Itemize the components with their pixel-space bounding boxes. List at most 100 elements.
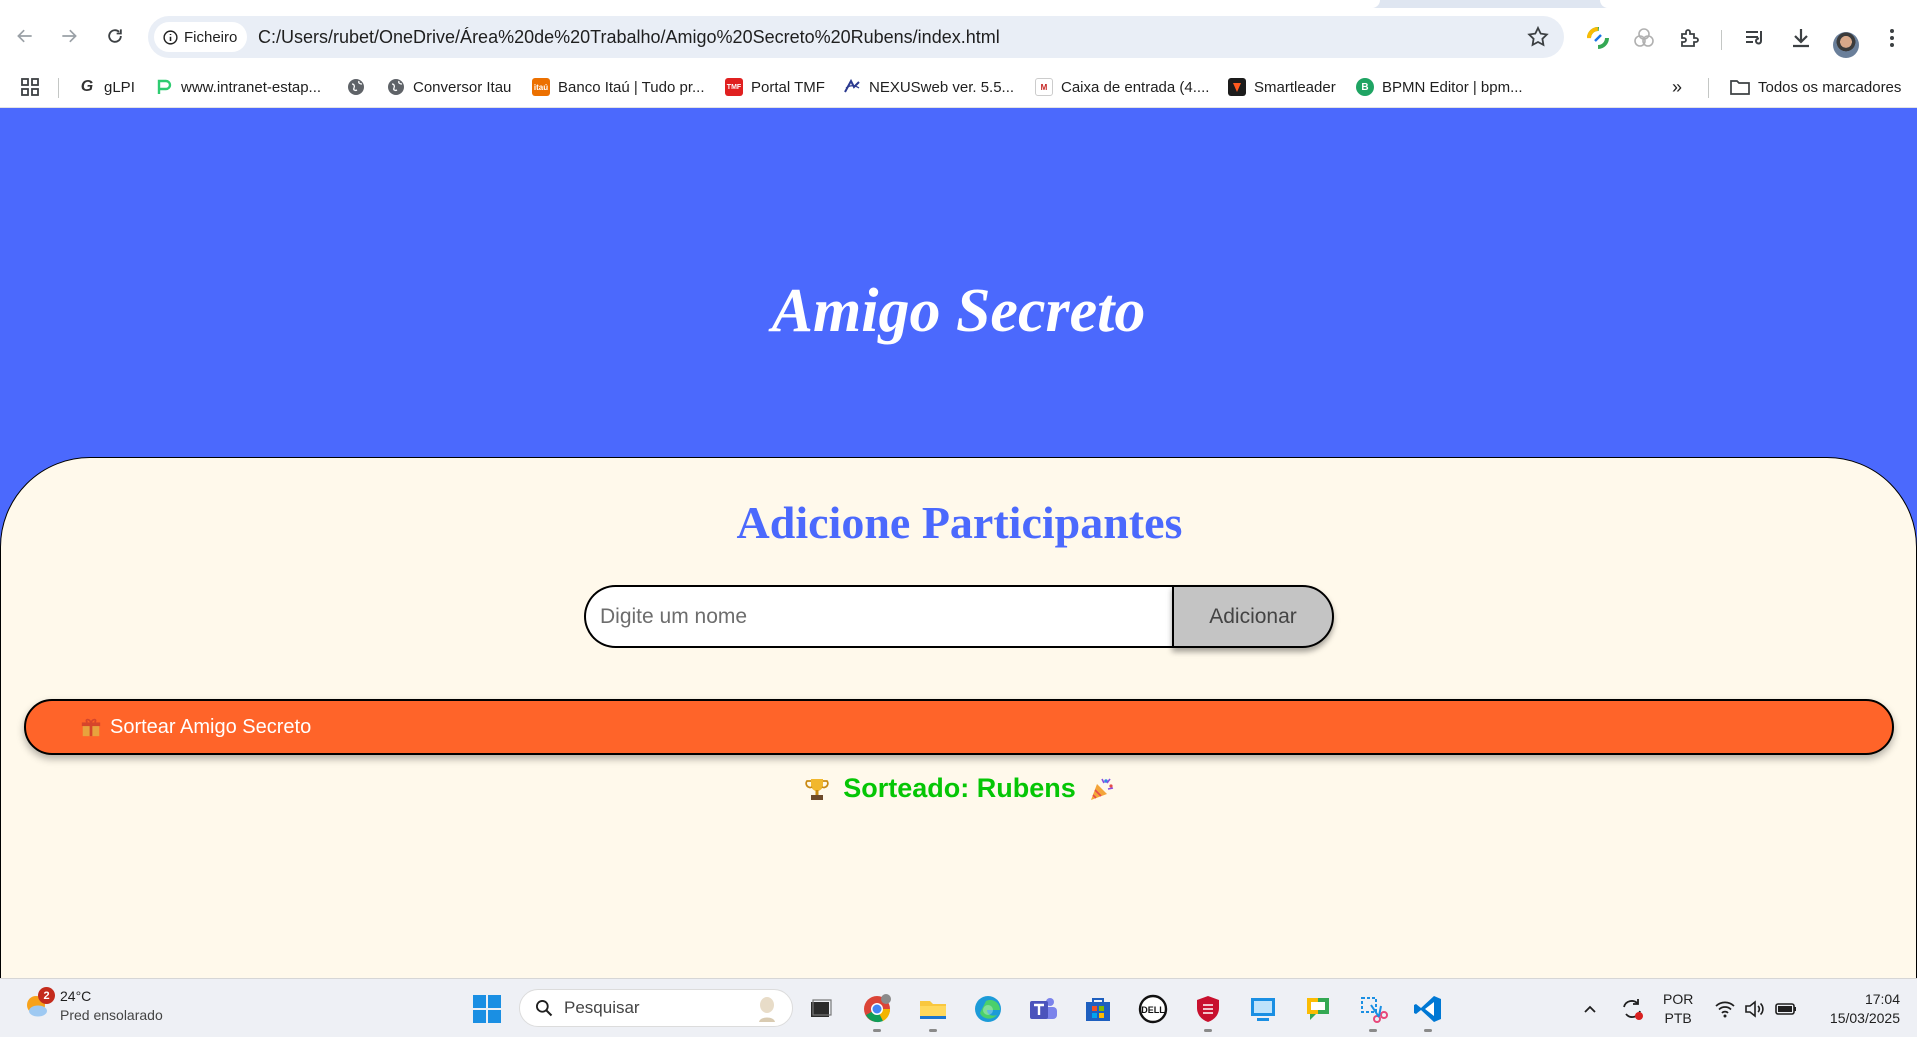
taskbar-app-file-explorer[interactable]	[915, 991, 951, 1032]
folder-icon	[1730, 80, 1750, 95]
taskbar-app-dell[interactable]: DELL	[1135, 991, 1171, 1027]
bookmark-label: www.intranet-estap...	[181, 78, 322, 96]
add-button[interactable]: Adicionar	[1172, 585, 1334, 648]
weather-widget[interactable]: 2 24°C Pred ensolarado	[22, 987, 163, 1025]
back-button[interactable]	[8, 19, 42, 53]
taskbar-app-store[interactable]	[1080, 991, 1116, 1027]
active-tab[interactable]	[0, 0, 1380, 8]
bpmn-icon: B	[1356, 78, 1374, 96]
bookmark-star-icon[interactable]	[1526, 25, 1550, 49]
tray-overflow-button[interactable]	[1580, 979, 1600, 1037]
reload-button[interactable]	[98, 19, 132, 53]
draw-button-label: Sortear Amigo Secreto	[110, 715, 312, 738]
banner-title: Amigo Secreto	[771, 277, 1146, 345]
battery-icon	[1775, 1002, 1796, 1015]
profile-avatar[interactable]	[1833, 32, 1859, 58]
taskbar-app-taskview[interactable]	[802, 991, 838, 1027]
clock-time: 17:04	[1864, 990, 1900, 1007]
downloads-icon[interactable]	[1788, 25, 1814, 51]
url-text[interactable]: C:/Users/rubet/OneDrive/Área%20de%20Trab…	[258, 27, 1000, 48]
vscode-icon	[1414, 996, 1441, 1022]
extensions-puzzle-icon[interactable]	[1676, 25, 1702, 51]
remote-desktop-icon	[1251, 998, 1275, 1021]
menu-kebab-icon[interactable]	[1879, 25, 1905, 51]
windows-start-button[interactable]	[469, 991, 505, 1027]
running-indicator	[1424, 1029, 1432, 1032]
info-icon	[163, 29, 178, 45]
bookmark-label: NEXUSweb ver. 5.5...	[869, 78, 1015, 96]
bookmark-portal-tmf[interactable]: TMF Portal TMF	[725, 66, 825, 108]
keyboard-layout: PTB	[1664, 1009, 1692, 1026]
bookmark-nexusweb[interactable]: NEXUSweb ver. 5.5...	[843, 66, 1014, 108]
weather-badge: 2	[38, 987, 55, 1004]
bookmark-conversor-itau[interactable]: Conversor Itau	[387, 66, 511, 108]
forward-button[interactable]	[52, 19, 86, 53]
sun-cloud-icon: 2	[22, 987, 55, 1021]
section-title: Adicione Participantes	[736, 497, 1183, 548]
globe-icon	[347, 78, 365, 96]
inactive-tab[interactable]	[1600, 0, 1917, 8]
teams-icon	[1030, 998, 1057, 1019]
arrow-left-icon	[17, 29, 32, 43]
add-participant-form: Adicionar	[584, 585, 1334, 650]
dell-icon: DELL	[1138, 994, 1168, 1024]
weather-temperature: 24°C	[60, 988, 92, 1004]
chat-icon	[1307, 998, 1329, 1020]
running-indicator	[1369, 1029, 1377, 1032]
gift-icon	[81, 718, 101, 737]
site-chip-label: Ficheiro	[184, 28, 238, 46]
toolbar-divider	[1721, 30, 1722, 50]
bookmark-bpmn-editor[interactable]: B BPMN Editor | bpm...	[1356, 66, 1523, 108]
arrow-right-icon	[62, 29, 77, 43]
taskbar-app-chrome[interactable]	[859, 991, 895, 1032]
tmf-icon: TMF	[725, 78, 743, 96]
tray-language[interactable]: POR PTB	[1663, 979, 1693, 1037]
taskbar-app-remote[interactable]	[1245, 991, 1281, 1027]
taskbar-app-teams[interactable]	[1025, 991, 1061, 1027]
bookmarks-divider	[58, 78, 59, 98]
gmail-icon: M	[1035, 78, 1053, 96]
chevron-up-icon	[1584, 1005, 1596, 1013]
tray-clock[interactable]: 17:04 15/03/2025	[1812, 979, 1900, 1037]
chevron-double-right-icon: »	[1672, 76, 1683, 97]
media-control-icon[interactable]	[1742, 25, 1768, 51]
taskbar-search[interactable]: Pesquisar	[519, 989, 793, 1027]
taskbar-app-edge[interactable]	[970, 991, 1006, 1027]
taskbar-app-chat[interactable]	[1300, 991, 1336, 1027]
clock-date: 15/03/2025	[1829, 1009, 1900, 1026]
name-input[interactable]	[584, 585, 1174, 648]
taskbar-app-security[interactable]	[1190, 991, 1226, 1032]
address-bar[interactable]: Ficheiro C:/Users/rubet/OneDrive/Área%20…	[148, 16, 1564, 58]
reload-icon	[108, 29, 122, 43]
all-bookmarks-button[interactable]: Todos os marcadores	[1730, 66, 1901, 108]
more-bookmarks-button[interactable]: »	[1672, 66, 1682, 108]
bookmark-banco-itau[interactable]: itaú Banco Itaú | Tudo pr...	[532, 66, 705, 108]
tray-status-icons[interactable]	[1714, 979, 1798, 1037]
task-view-icon	[811, 999, 832, 1017]
running-indicator	[1204, 1029, 1212, 1032]
bookmarks-divider	[1708, 78, 1709, 98]
draw-secret-friend-button[interactable]: Sortear Amigo Secreto	[24, 699, 1894, 755]
bookmark-smartleader[interactable]: Smartleader	[1228, 66, 1336, 108]
extension-circles-icon[interactable]	[1631, 25, 1657, 51]
site-info-chip[interactable]: Ficheiro	[154, 22, 248, 52]
bookmark-glpi[interactable]: G gLPI	[78, 66, 135, 108]
windows-logo-icon	[473, 995, 501, 1023]
bookmark-globe[interactable]	[347, 66, 373, 108]
itau-icon: itaú	[532, 78, 550, 96]
all-bookmarks-label: Todos os marcadores	[1758, 78, 1902, 96]
taskbar-app-snipping[interactable]	[1355, 991, 1391, 1032]
bookmark-intranet[interactable]: www.intranet-estap...	[155, 66, 321, 108]
tray-sync[interactable]	[1619, 979, 1645, 1037]
bookmark-label: BPMN Editor | bpm...	[1382, 78, 1523, 96]
extension-colorful-icon[interactable]	[1585, 25, 1611, 51]
bookmark-label: Smartleader	[1254, 78, 1336, 96]
folder-icon	[920, 1001, 946, 1019]
bookmark-caixa-entrada[interactable]: M Caixa de entrada (4....	[1035, 66, 1209, 108]
edge-icon	[975, 996, 1001, 1022]
apps-grid-icon	[21, 78, 39, 96]
taskbar-app-vscode[interactable]	[1410, 991, 1446, 1032]
shield-icon	[1197, 996, 1219, 1022]
apps-grid-button[interactable]	[20, 66, 40, 108]
bookmarks-bar: G gLPI www.intranet-estap... Conversor I…	[0, 66, 1917, 108]
